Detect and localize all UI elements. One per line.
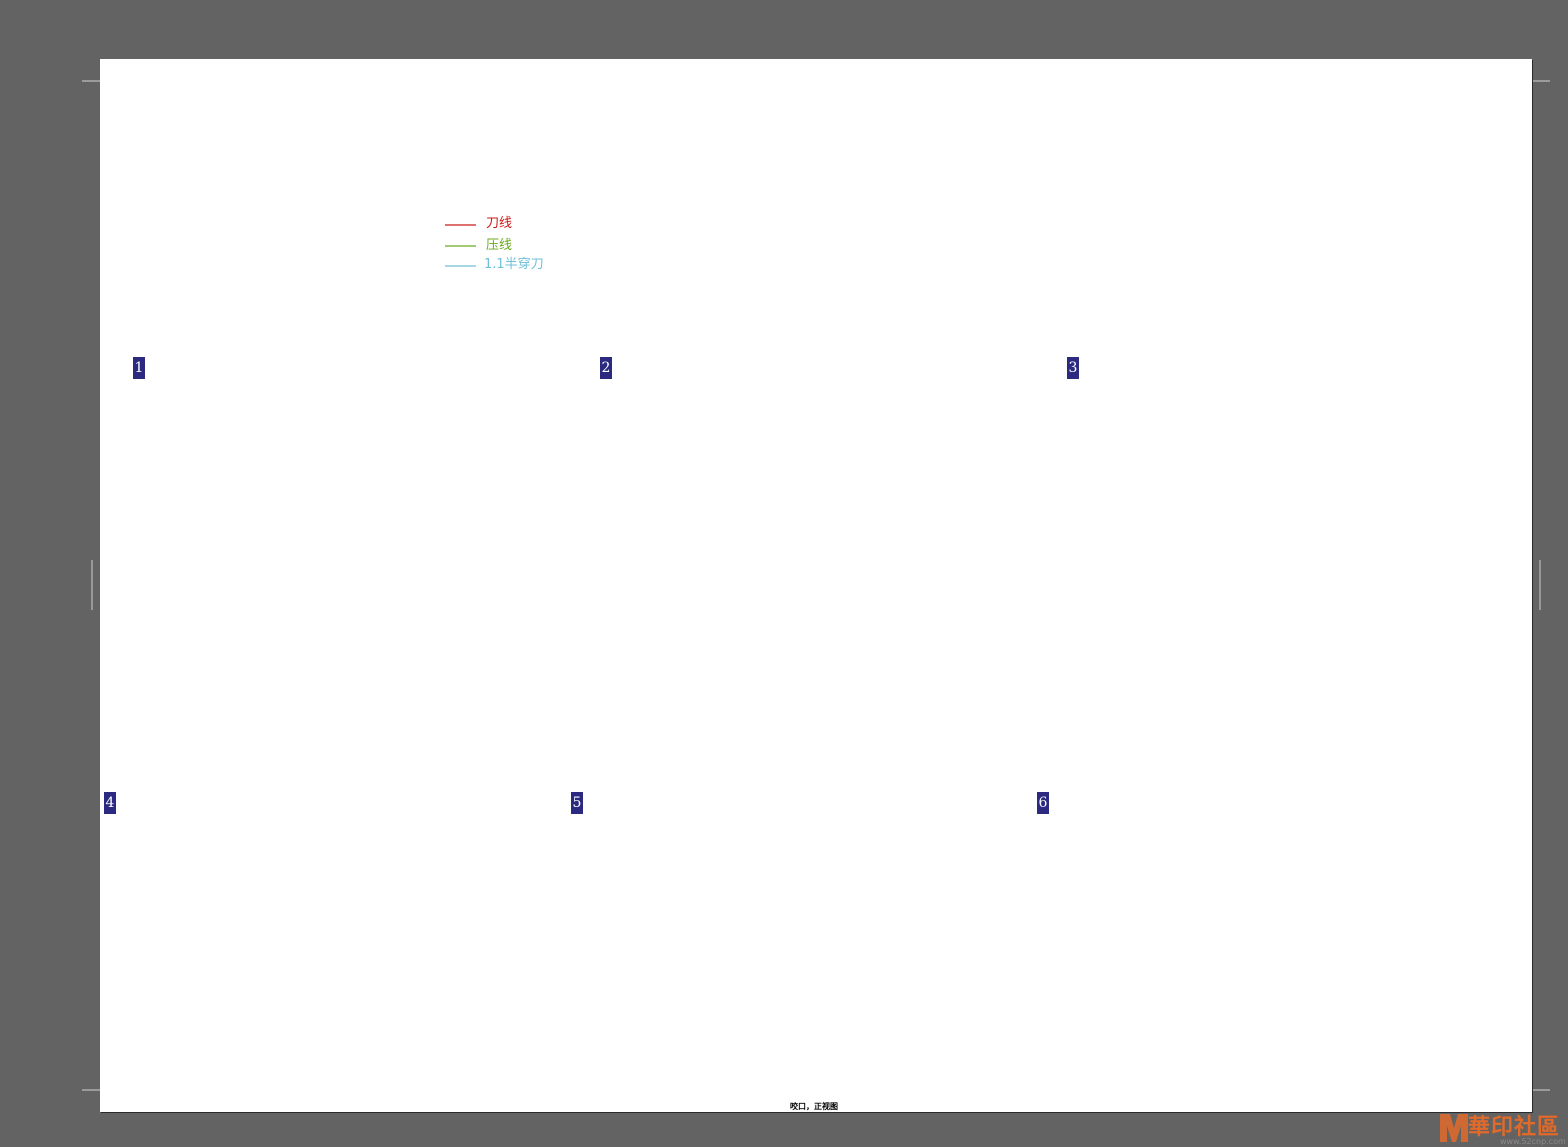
layout-badge-5: 5	[571, 792, 583, 814]
layout-badge-2: 2	[600, 357, 612, 379]
legend-crease-label: 压线	[486, 238, 513, 253]
layout-badge-4: 4	[104, 792, 116, 814]
watermark-url: www.52cnp.com	[1500, 1137, 1566, 1146]
layout-badge-6: 6	[1037, 792, 1049, 814]
layout-badge-3: 3	[1067, 357, 1079, 379]
layout-badge-1: 1	[133, 357, 145, 379]
legend-cut-label: 刀线	[486, 216, 513, 231]
legend-perforation-label: 1.1半穿刀	[484, 257, 544, 272]
caption-label: 咬口，正视图	[790, 1102, 838, 1111]
legend-swatches	[445, 224, 476, 267]
